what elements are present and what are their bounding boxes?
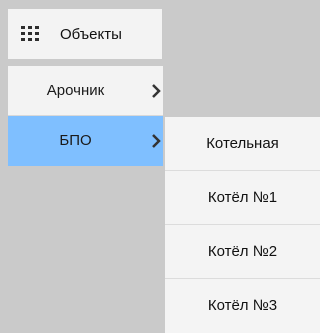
objects-label: Объекты <box>60 26 122 43</box>
objects-button[interactable]: Объекты <box>8 9 163 59</box>
grid-icon <box>21 26 39 42</box>
menu-item-label: БПО <box>59 132 92 149</box>
menu-item-arochnik[interactable]: Арочник <box>8 66 163 116</box>
menu-item-label: Арочник <box>46 82 105 99</box>
menu-item-bpo[interactable]: БПО <box>8 116 163 166</box>
objects-menu: Арочник БПО <box>8 66 163 166</box>
chevron-right-icon <box>152 134 161 148</box>
submenu-item-kotel-2[interactable]: Котёл №2 <box>165 225 320 279</box>
submenu-item-kotel-1[interactable]: Котёл №1 <box>165 171 320 225</box>
submenu-item-kotel-3[interactable]: Котёл №3 <box>165 279 320 333</box>
chevron-right-icon <box>152 84 161 98</box>
bpo-submenu: Котельная Котёл №1 Котёл №2 Котёл №3 <box>165 117 320 333</box>
submenu-item-kotelnaya[interactable]: Котельная <box>165 117 320 171</box>
